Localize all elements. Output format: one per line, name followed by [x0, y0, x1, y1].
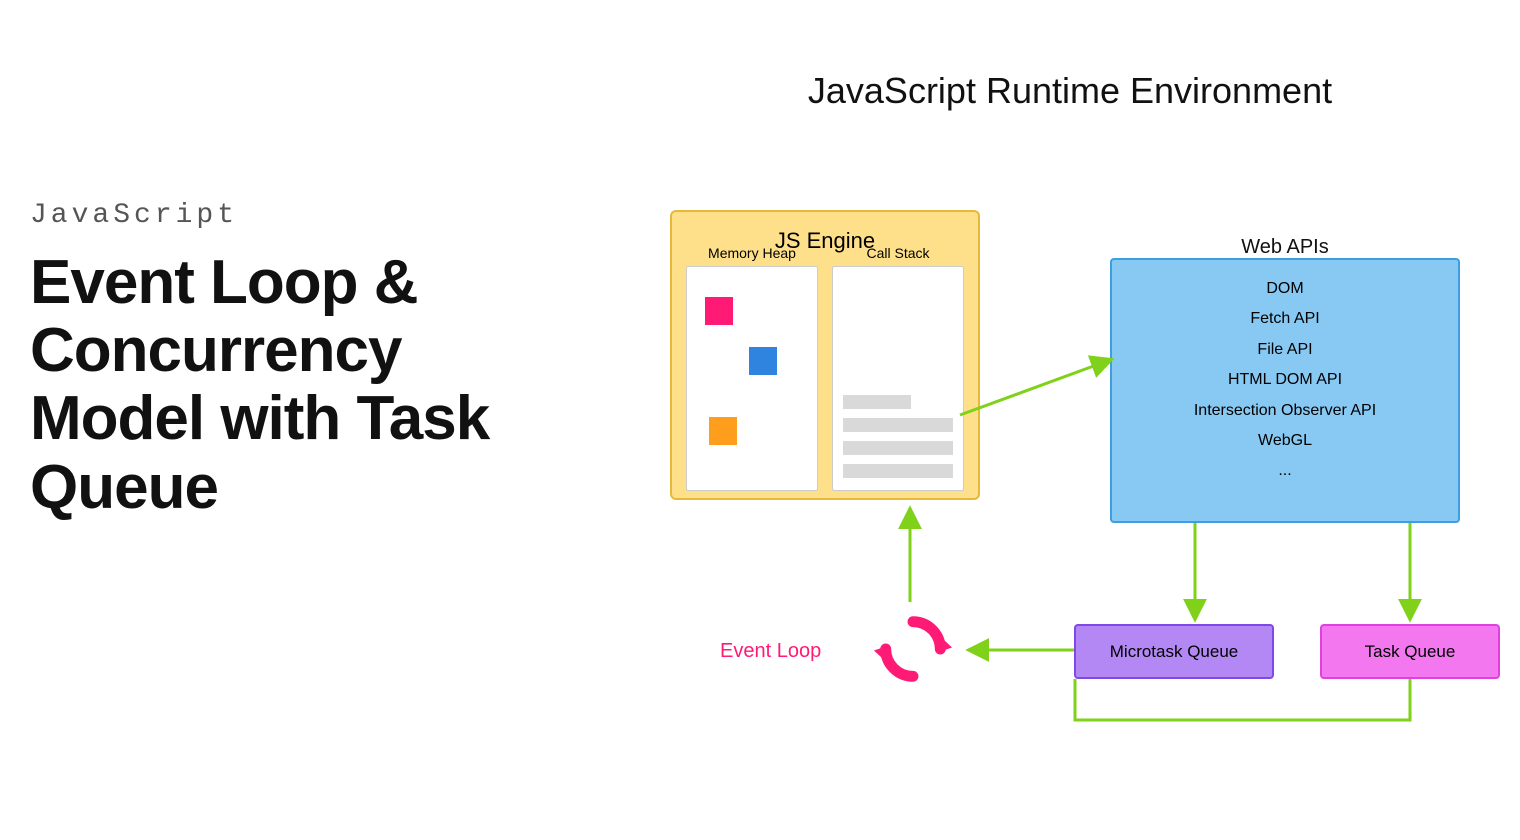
- stack-frame-icon: [843, 464, 953, 478]
- stack-frame-icon: [843, 418, 953, 432]
- stack-frame-icon: [843, 395, 911, 409]
- kicker-text: JavaScript: [30, 200, 590, 231]
- heap-object-icon: [705, 297, 733, 325]
- memory-heap-label: Memory Heap: [687, 245, 817, 261]
- web-apis-title: Web APIs: [1112, 228, 1458, 266]
- diagram-title: JavaScript Runtime Environment: [620, 70, 1520, 112]
- microtask-queue-label: Microtask Queue: [1110, 642, 1239, 662]
- web-api-item: ...: [1122, 456, 1448, 486]
- microtask-queue-box: Microtask Queue: [1074, 624, 1274, 679]
- web-apis-box: Web APIs DOM Fetch API File API HTML DOM…: [1110, 258, 1460, 523]
- heap-object-icon: [709, 417, 737, 445]
- web-api-item: File API: [1122, 335, 1448, 365]
- task-queue-label: Task Queue: [1365, 642, 1456, 662]
- web-api-item: HTML DOM API: [1122, 365, 1448, 395]
- event-loop-icon: [874, 610, 952, 688]
- memory-heap-box: Memory Heap: [686, 266, 818, 491]
- web-api-item: Intersection Observer API: [1122, 396, 1448, 426]
- call-stack-box: Call Stack: [832, 266, 964, 491]
- web-api-item: WebGL: [1122, 426, 1448, 456]
- web-api-item: DOM: [1122, 274, 1448, 304]
- event-loop-label: Event Loop: [720, 640, 821, 663]
- web-api-item: Fetch API: [1122, 304, 1448, 334]
- js-engine-box: JS Engine Memory Heap Call Stack: [670, 210, 980, 500]
- headline-text: Event Loop & Concurrency Model with Task…: [30, 249, 590, 522]
- call-stack-label: Call Stack: [833, 245, 963, 261]
- heap-object-icon: [749, 347, 777, 375]
- diagram-panel: JavaScript Runtime Environment JS Engine…: [620, 0, 1520, 840]
- task-queue-box: Task Queue: [1320, 624, 1500, 679]
- stack-frame-icon: [843, 441, 953, 455]
